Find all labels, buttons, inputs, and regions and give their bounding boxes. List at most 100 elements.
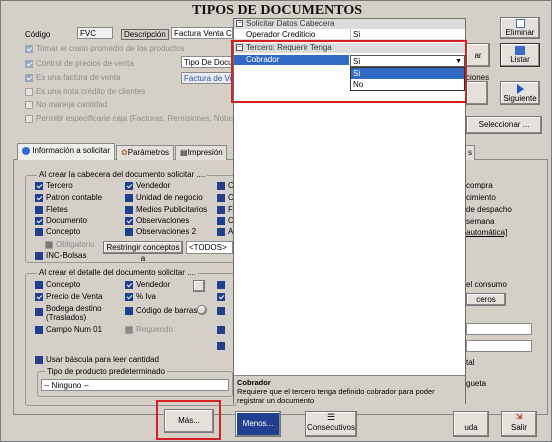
checkbox-icon bbox=[35, 251, 43, 260]
checkbox-icon bbox=[217, 341, 225, 350]
cab-fletes[interactable]: Fletes bbox=[35, 205, 68, 215]
menos-button[interactable]: Menos... bbox=[235, 411, 281, 437]
info-small-icon[interactable] bbox=[197, 305, 207, 315]
det-campo-num[interactable]: Campo Num 01 bbox=[35, 325, 102, 335]
codigo-label: Código bbox=[25, 30, 51, 39]
det-col3-3[interactable] bbox=[217, 325, 228, 335]
checkbox-icon bbox=[125, 227, 133, 236]
detalle-title: Al crear el detalle del documento solici… bbox=[37, 268, 198, 277]
det-iva[interactable]: % Iva bbox=[125, 292, 156, 302]
det-vendedor[interactable]: Vendedor bbox=[125, 280, 170, 290]
consecutivos-button[interactable]: ☰ Consecutivos bbox=[305, 411, 357, 437]
option-factura-venta[interactable]: Es una factura de venta bbox=[25, 73, 121, 83]
det-col3-1[interactable] bbox=[217, 292, 228, 302]
right-select-2[interactable] bbox=[466, 340, 532, 352]
checkbox-icon bbox=[125, 205, 133, 214]
factura-select[interactable]: Factura de Ve bbox=[181, 72, 233, 84]
det-col3-0[interactable] bbox=[217, 280, 228, 290]
cab-col3-3[interactable]: C bbox=[217, 216, 234, 226]
checkbox-icon bbox=[125, 306, 133, 315]
tab-parametros[interactable]: ✿Parámetros bbox=[116, 145, 174, 160]
edit-icon[interactable] bbox=[193, 280, 205, 292]
checkbox-icon bbox=[125, 216, 133, 225]
det-bodega[interactable]: Bodega destino (Traslados) bbox=[35, 304, 102, 322]
checkbox-icon bbox=[217, 193, 225, 202]
category-solicitar-cabecera[interactable]: − Solicitar Datos Cabecera bbox=[234, 19, 465, 29]
checkbox-icon bbox=[35, 216, 43, 225]
checkbox-icon bbox=[217, 205, 225, 214]
checkbox-icon bbox=[25, 114, 33, 123]
descripcion-field[interactable]: Factura Venta Co bbox=[171, 27, 233, 39]
documentos-window: TIPOS DE DOCUMENTOS Código FVC Descripci… bbox=[0, 0, 552, 442]
option-nota-credito[interactable]: Es una nota crédito de clientes bbox=[25, 87, 145, 97]
cab-vendedor[interactable]: Vendedor bbox=[125, 181, 170, 191]
cab-observaciones2[interactable]: Observaciones 2 bbox=[125, 227, 196, 237]
cab-tercero[interactable]: Tercero bbox=[35, 181, 73, 191]
det-precio-venta[interactable]: Precio de Venta bbox=[35, 292, 102, 302]
checkbox-icon bbox=[25, 59, 33, 68]
listar-button[interactable]: Listar bbox=[500, 43, 540, 67]
det-requerido[interactable]: Requerido bbox=[125, 325, 173, 335]
checkbox-icon bbox=[125, 280, 133, 289]
siguiente-button[interactable]: Siguiente bbox=[500, 81, 540, 105]
cab-obligatorio[interactable]: Obligatorio bbox=[45, 240, 95, 250]
option-especificar-caja[interactable]: Permitir especificarle caja (Facturas, R… bbox=[25, 114, 245, 124]
tab-informacion[interactable]: Información a solicitar bbox=[17, 143, 115, 160]
tipo-producto-label: Tipo de producto predeterminado bbox=[45, 367, 167, 376]
tipo-documento-select[interactable]: Tipo De Docum bbox=[181, 56, 233, 68]
checkbox-icon bbox=[125, 325, 133, 334]
ayuda-button[interactable]: uda bbox=[453, 411, 489, 437]
partial-gueta: gueta bbox=[466, 379, 487, 388]
cab-concepto[interactable]: Concepto bbox=[35, 227, 80, 237]
checkbox-icon bbox=[125, 292, 133, 301]
option-costo-promedio[interactable]: Tomar el costo promedio de los productos bbox=[25, 44, 185, 54]
cab-inc-bolsas[interactable]: INC-Bolsas bbox=[35, 251, 86, 261]
document-icon: ▤ bbox=[180, 148, 188, 157]
cab-medios[interactable]: Medios Publicitarios bbox=[125, 205, 207, 215]
property-description: Cobrador Requiere que el tercero tenga d… bbox=[234, 375, 465, 405]
descripcion-label: Descripción bbox=[121, 29, 169, 40]
cab-col3-1[interactable]: C bbox=[217, 193, 234, 203]
checkbox-icon bbox=[217, 181, 225, 190]
checkbox-icon bbox=[217, 306, 225, 315]
cab-col3-2[interactable]: F bbox=[217, 205, 233, 215]
codigo-field[interactable]: FVC bbox=[77, 27, 113, 39]
checkbox-icon bbox=[217, 280, 225, 289]
det-concepto[interactable]: Concepto bbox=[35, 280, 80, 290]
partial-cimiento: cimiento bbox=[466, 193, 496, 202]
salir-button[interactable]: ⇲ Salir bbox=[501, 411, 537, 437]
option-no-cantidad[interactable]: No maneja cantidad bbox=[25, 100, 107, 110]
ceros-button[interactable]: ceros bbox=[466, 293, 506, 306]
cab-col3-4[interactable]: A bbox=[217, 227, 233, 237]
cab-documento[interactable]: Documento bbox=[35, 216, 87, 226]
det-col3-4[interactable] bbox=[217, 341, 228, 351]
checkbox-icon bbox=[25, 73, 33, 82]
cab-unidad-negocio[interactable]: Unidad de negocio bbox=[125, 193, 203, 203]
gear-icon: ✿ bbox=[121, 148, 128, 157]
seleccionar-button[interactable]: Seleccionar ... bbox=[466, 116, 542, 134]
cab-col3-0[interactable]: C bbox=[217, 181, 234, 191]
partial-compra: compra bbox=[466, 181, 493, 190]
eliminar-button[interactable]: Eliminar bbox=[500, 17, 540, 39]
checkbox-icon bbox=[25, 100, 33, 109]
det-col3-2[interactable] bbox=[217, 306, 228, 316]
restringir-conceptos-button[interactable]: Restringir conceptos a bbox=[103, 241, 183, 263]
right-select-1[interactable] bbox=[466, 323, 532, 335]
tab-impresion[interactable]: ▤Impresión bbox=[175, 145, 227, 160]
det-usar-bascula[interactable]: Usar báscula para leer cantidad bbox=[35, 355, 159, 365]
arrow-right-icon bbox=[516, 84, 524, 94]
det-codigo-barras[interactable]: Código de barras bbox=[125, 306, 197, 316]
cab-observaciones[interactable]: Observaciones bbox=[125, 216, 189, 226]
conceptos-select[interactable]: <TODOS> bbox=[186, 241, 233, 254]
buscar-button[interactable]: ar bbox=[466, 43, 490, 67]
collapse-icon[interactable]: − bbox=[236, 20, 243, 28]
tipo-producto-select[interactable]: -- Ninguno -- bbox=[41, 379, 229, 391]
anterior-button[interactable] bbox=[466, 81, 488, 105]
delete-icon bbox=[515, 19, 525, 28]
checkbox-icon bbox=[217, 227, 225, 236]
checkbox-icon bbox=[35, 355, 43, 364]
prop-operador-crediticio[interactable]: Operador Crediticio Si bbox=[234, 29, 465, 40]
option-control-precios[interactable]: Control de precios de venta bbox=[25, 59, 134, 69]
cab-patron[interactable]: Patron contable bbox=[35, 193, 102, 203]
checkbox-icon bbox=[25, 44, 33, 53]
